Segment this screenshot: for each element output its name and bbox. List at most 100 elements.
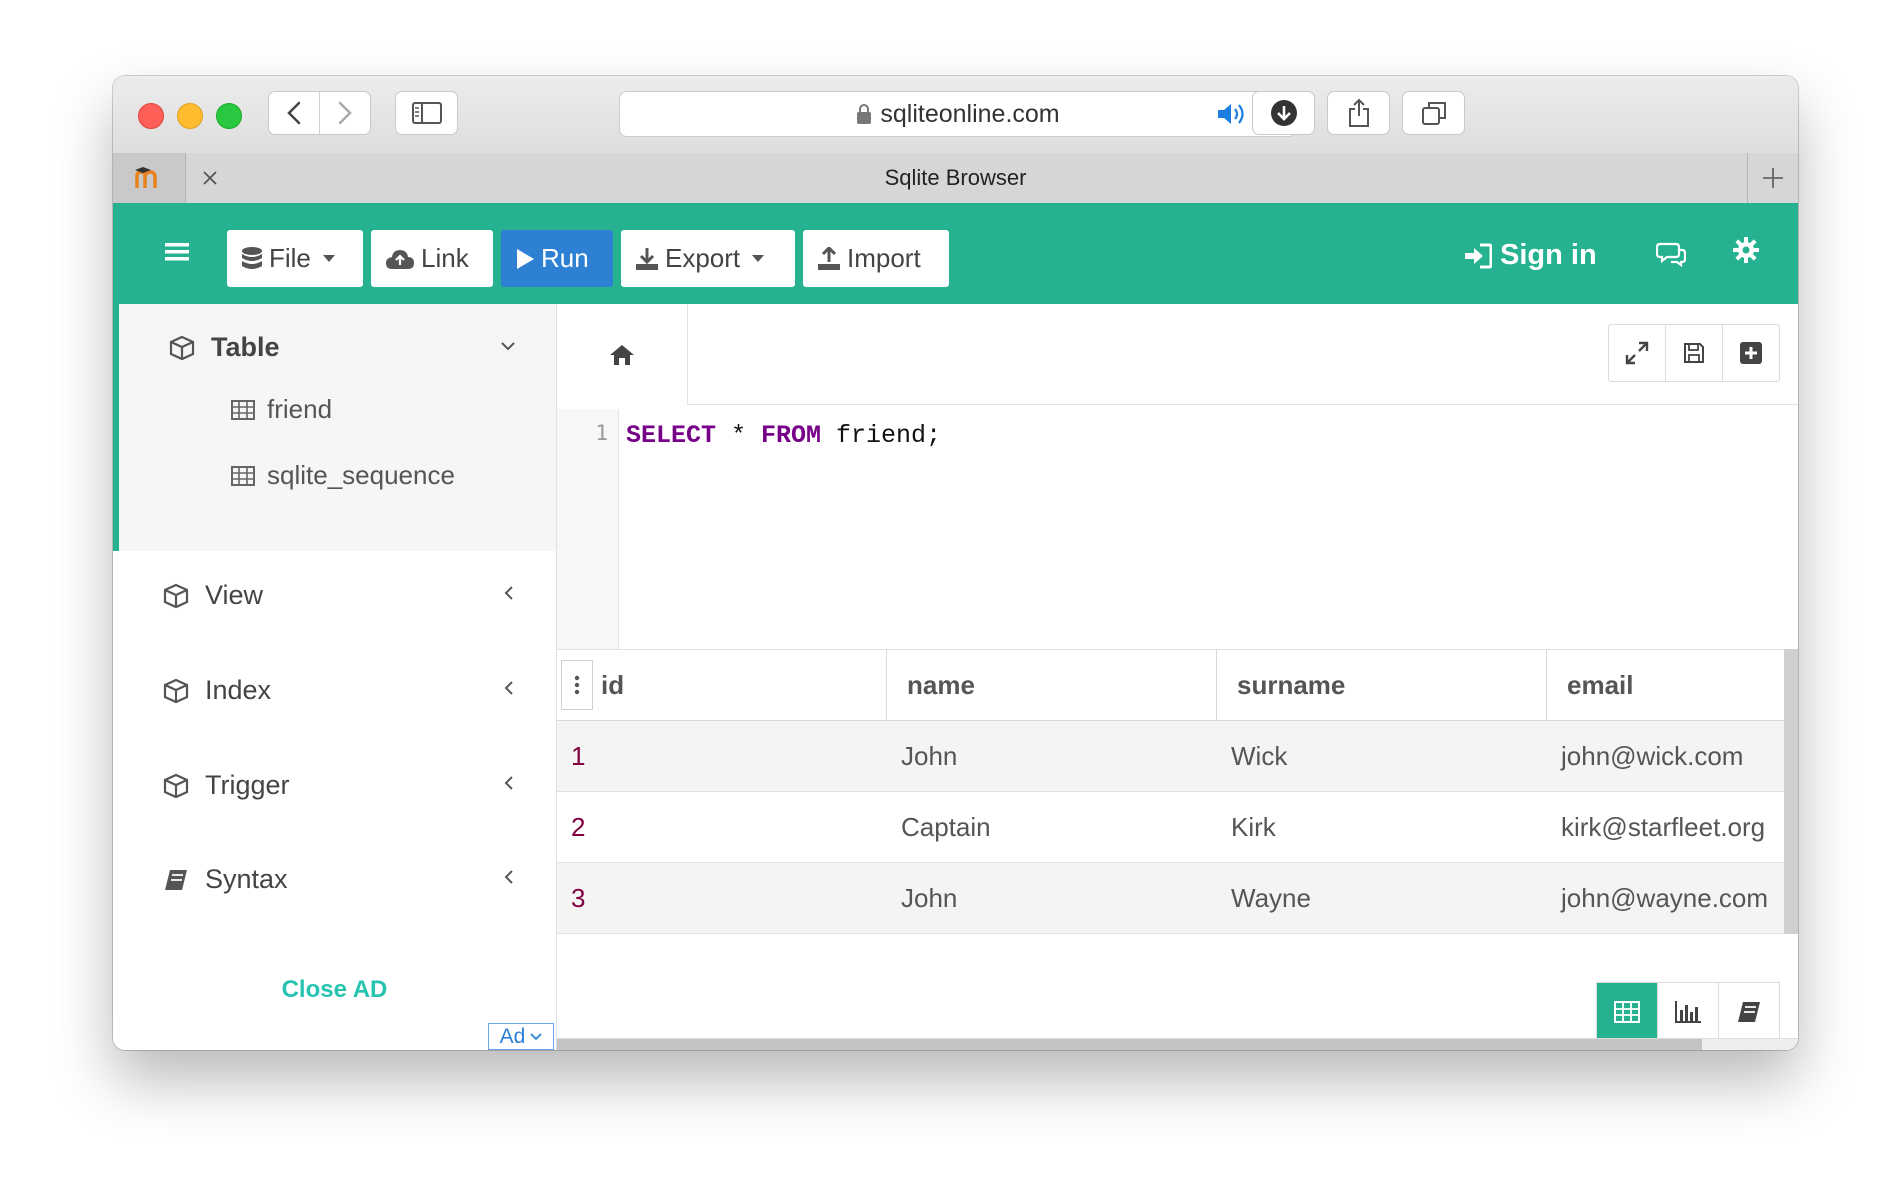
view-switcher xyxy=(1596,982,1780,1041)
close-window-button[interactable] xyxy=(138,103,164,129)
ad-label: Ad xyxy=(499,1024,526,1048)
save-button[interactable] xyxy=(1666,325,1723,381)
ad-badge[interactable]: Ad xyxy=(488,1023,554,1050)
table-row[interactable]: 2 Captain Kirk kirk@starfleet.org xyxy=(557,792,1784,863)
chevron-left-icon[interactable] xyxy=(504,775,514,791)
tabs-overview-button[interactable] xyxy=(1402,91,1465,135)
close-icon xyxy=(203,171,217,185)
column-header-email[interactable]: email xyxy=(1547,650,1784,720)
chevron-down-icon[interactable] xyxy=(500,341,516,351)
chevron-down-icon xyxy=(530,1032,542,1040)
minimize-window-button[interactable] xyxy=(177,103,203,129)
cell-name[interactable]: John xyxy=(887,863,1217,933)
close-ad-link[interactable]: Close AD xyxy=(113,976,556,1004)
cell-name[interactable]: Captain xyxy=(887,792,1217,862)
horizontal-scrollbar[interactable] xyxy=(557,1038,1798,1050)
export-button[interactable]: Export xyxy=(621,230,795,287)
sidebar: Table friend sqlite_sequence View Index … xyxy=(113,304,557,1050)
table-item-sqlite-sequence[interactable]: sqlite_sequence xyxy=(231,460,455,491)
table-grid-icon xyxy=(231,465,255,486)
cube-icon xyxy=(169,335,195,360)
sign-in-label: Sign in xyxy=(1500,239,1597,271)
run-label: Run xyxy=(541,243,589,273)
chevron-left-icon[interactable] xyxy=(504,869,514,885)
column-header-surname[interactable]: surname xyxy=(1217,650,1547,720)
line-gutter: 1 xyxy=(557,409,619,649)
cell-email[interactable]: john@wick.com xyxy=(1547,721,1784,791)
sidebar-item-index[interactable]: Index xyxy=(163,675,271,706)
sidebar-item-view[interactable]: View xyxy=(163,580,263,611)
sidebar-item-syntax[interactable]: Syntax xyxy=(163,864,288,895)
home-tab[interactable] xyxy=(557,304,688,405)
tab-close-button[interactable] xyxy=(185,153,235,203)
link-label: Link xyxy=(421,243,469,273)
cloud-upload-icon xyxy=(386,249,414,269)
cell-surname[interactable]: Wick xyxy=(1217,721,1547,791)
cell-name[interactable]: John xyxy=(887,721,1217,791)
play-icon xyxy=(517,248,534,269)
site-favicon xyxy=(113,153,186,203)
share-button[interactable] xyxy=(1327,91,1390,135)
column-menu-button[interactable] xyxy=(561,660,593,710)
maximize-window-button[interactable] xyxy=(216,103,242,129)
import-button[interactable]: Import xyxy=(803,230,949,287)
file-button[interactable]: File xyxy=(227,230,363,287)
sidebar-item-table[interactable]: Table xyxy=(169,332,280,363)
chevron-left-icon[interactable] xyxy=(504,680,514,696)
chart-view-button[interactable] xyxy=(1658,983,1719,1040)
expand-button[interactable] xyxy=(1609,325,1666,381)
cell-surname[interactable]: Kirk xyxy=(1217,792,1547,862)
column-label: name xyxy=(907,669,975,700)
link-button[interactable]: Link xyxy=(371,230,493,287)
hamburger-menu-icon[interactable] xyxy=(165,241,189,263)
chat-icon[interactable] xyxy=(1656,241,1686,267)
cell-id[interactable]: 2 xyxy=(557,792,887,862)
address-bar[interactable]: sqliteonline.com xyxy=(619,91,1297,137)
result-grid: id name surname email 1 John Wick john@w… xyxy=(557,649,1784,934)
sql-text: * xyxy=(716,421,762,450)
sign-in-link[interactable]: Sign in xyxy=(1464,239,1597,272)
title-bar: sqliteonline.com xyxy=(113,76,1798,154)
cell-id[interactable]: 1 xyxy=(557,721,887,791)
line-number: 1 xyxy=(595,421,608,445)
sidebar-item-label: Index xyxy=(205,675,272,705)
forward-button[interactable] xyxy=(320,92,370,134)
back-button[interactable] xyxy=(269,92,320,134)
database-icon xyxy=(242,246,262,269)
upload-tray-icon xyxy=(818,246,840,270)
table-row[interactable]: 1 John Wick john@wick.com xyxy=(557,721,1784,792)
download-tray-icon xyxy=(636,247,658,270)
chevron-left-icon[interactable] xyxy=(504,585,514,601)
column-label: email xyxy=(1567,669,1634,700)
vertical-scrollbar[interactable] xyxy=(1784,649,1798,934)
cell-email[interactable]: john@wayne.com xyxy=(1547,863,1784,933)
sql-editor[interactable]: 1 SELECT * FROM friend; xyxy=(557,409,1798,649)
gear-icon[interactable] xyxy=(1733,237,1759,263)
syntax-view-button[interactable] xyxy=(1719,983,1779,1040)
column-label: surname xyxy=(1237,669,1346,700)
table-view-button[interactable] xyxy=(1597,983,1658,1040)
tab-bar: Sqlite Browser xyxy=(113,153,1798,204)
table-item-friend[interactable]: friend xyxy=(231,394,332,425)
cell-id[interactable]: 3 xyxy=(557,863,887,933)
run-button[interactable]: Run xyxy=(501,230,613,287)
cell-surname[interactable]: Wayne xyxy=(1217,863,1547,933)
scrollbar-thumb[interactable] xyxy=(557,1039,1702,1050)
cell-email[interactable]: kirk@starfleet.org xyxy=(1547,792,1784,862)
sidebar-item-trigger[interactable]: Trigger xyxy=(163,770,290,801)
sidebar-icon xyxy=(411,102,442,124)
table-grid-icon xyxy=(231,399,255,420)
column-header-name[interactable]: name xyxy=(887,650,1217,720)
grid-header: id name surname email xyxy=(557,649,1784,721)
speaker-icon[interactable] xyxy=(1216,100,1248,128)
sql-code: SELECT * FROM friend; xyxy=(626,421,941,450)
table-row[interactable]: 3 John Wayne john@wayne.com xyxy=(557,863,1784,934)
sql-keyword: SELECT xyxy=(626,421,717,450)
downloads-button[interactable] xyxy=(1252,91,1315,135)
home-icon xyxy=(610,344,634,365)
share-icon xyxy=(1348,98,1369,127)
column-header-id[interactable]: id xyxy=(557,650,887,720)
sidebar-toggle-button[interactable] xyxy=(395,91,458,135)
add-tab-button[interactable] xyxy=(1723,325,1779,381)
new-tab-button[interactable] xyxy=(1747,153,1798,203)
